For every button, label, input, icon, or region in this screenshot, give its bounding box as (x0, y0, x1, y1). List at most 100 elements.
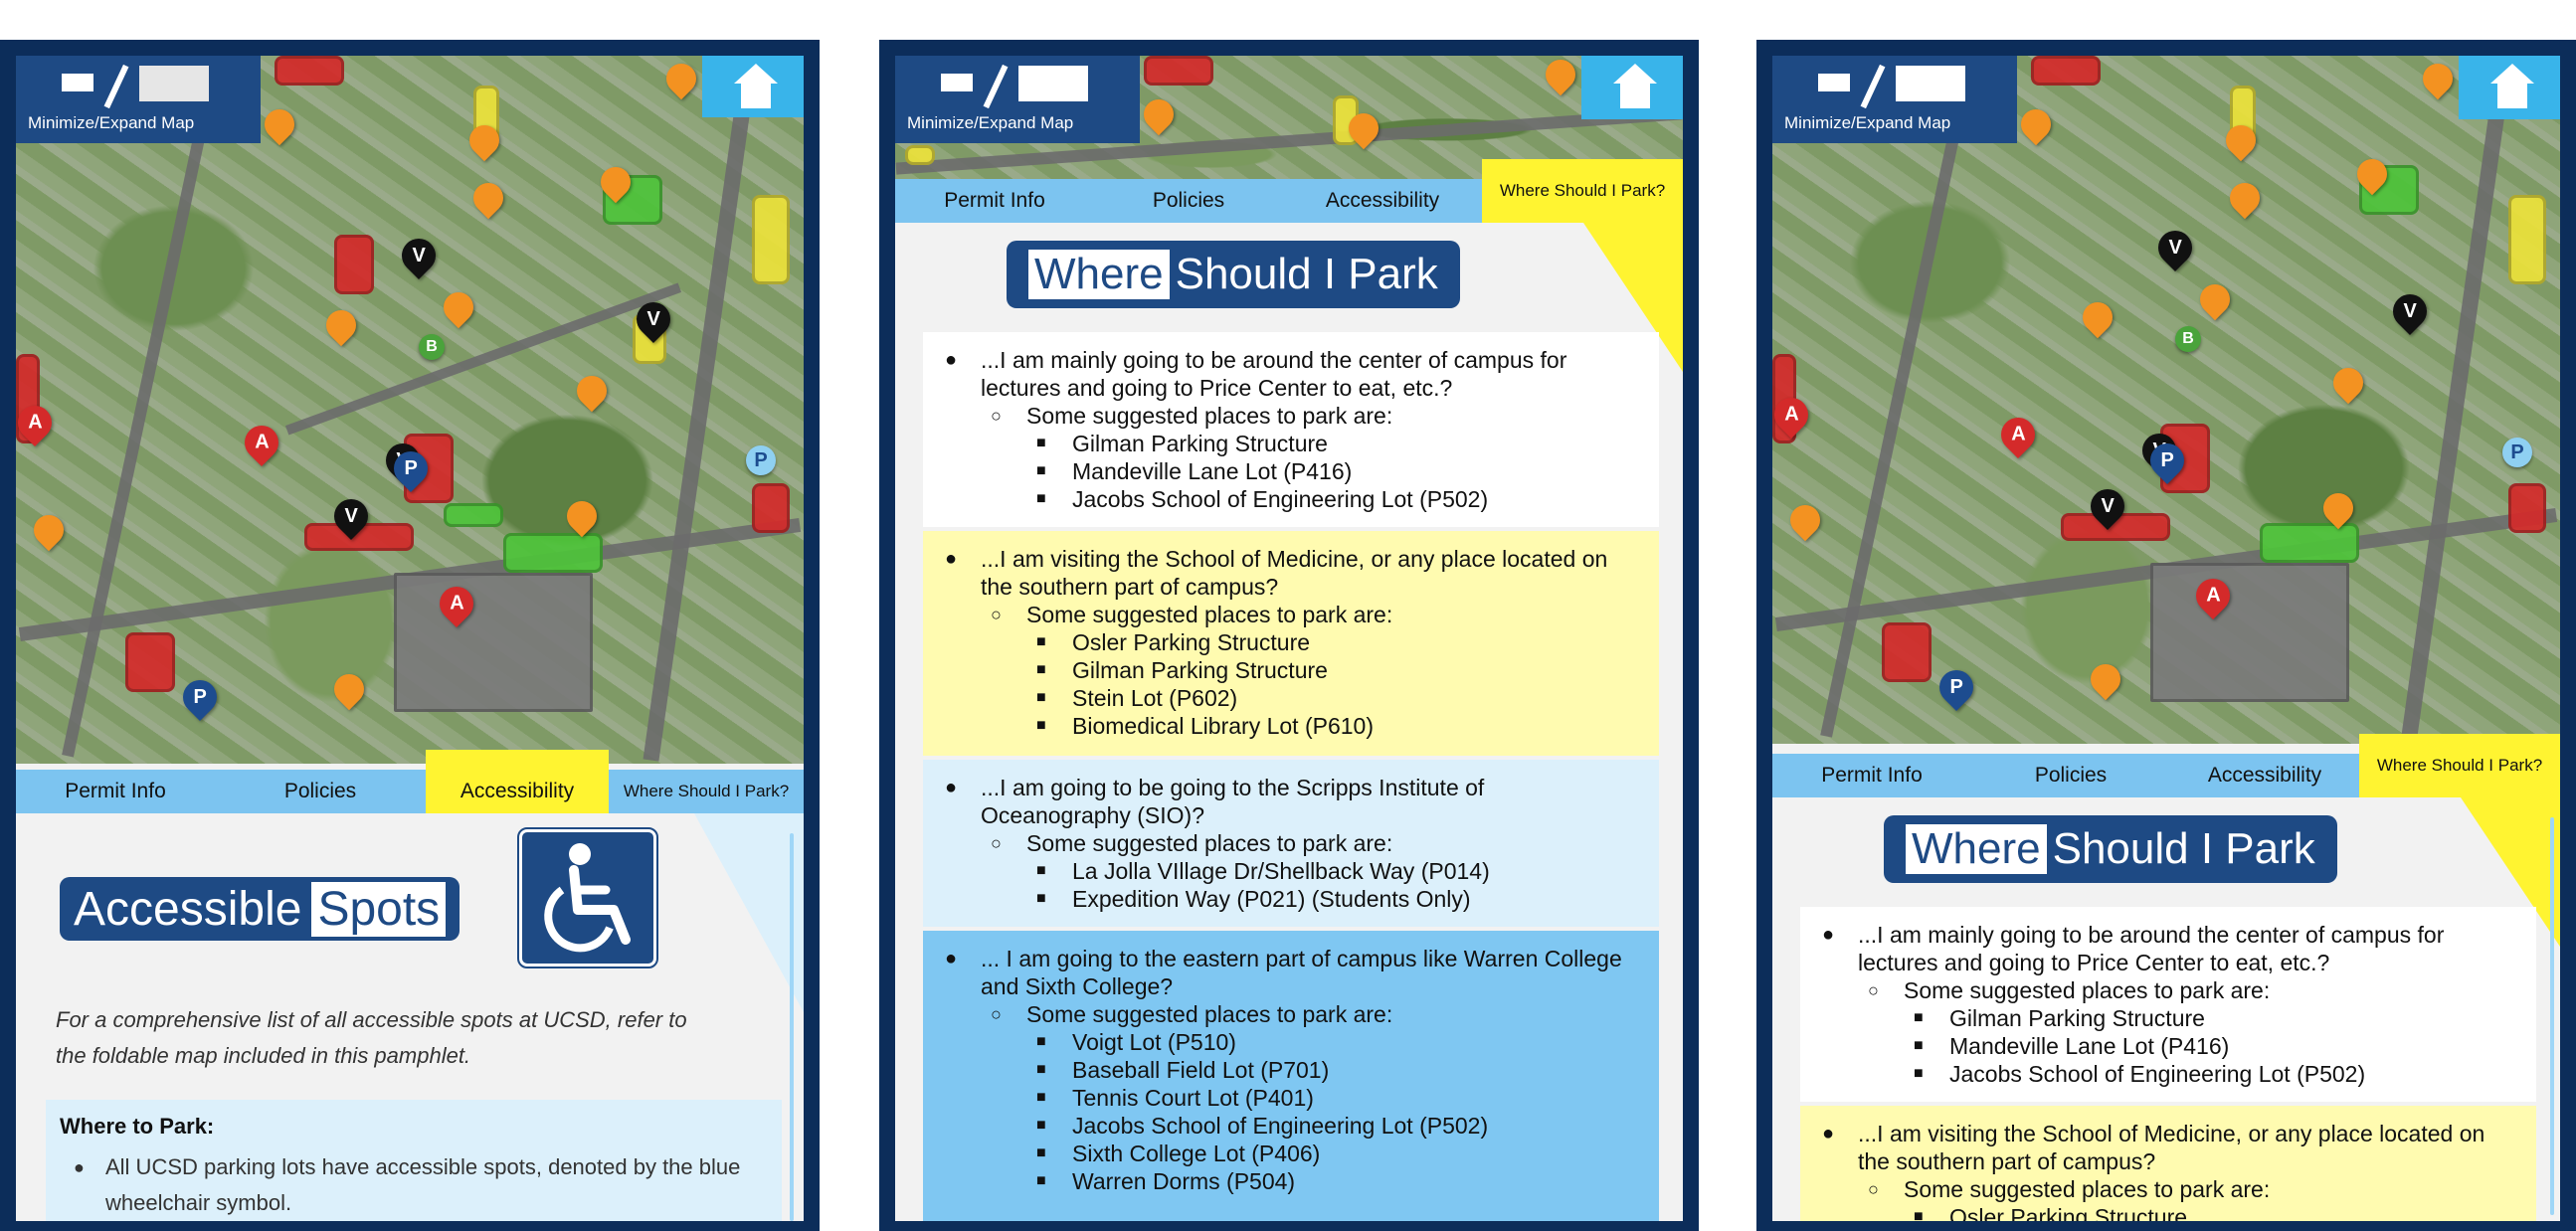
tab-accessibility[interactable]: Accessibility (426, 750, 609, 813)
minimize-expand-button[interactable]: Minimize/Expand Map (1772, 56, 2017, 143)
list-item: ■ Mandeville Lane Lot (P416) (1036, 458, 1353, 484)
map-road (284, 282, 682, 436)
motorcycle-marker-icon[interactable] (2416, 57, 2460, 100)
visitor-marker-icon[interactable]: V (394, 231, 444, 280)
scrollbar[interactable] (790, 833, 794, 1221)
motorcycle-marker-icon[interactable] (570, 369, 614, 413)
question-text: ● ...I am mainly going to be around the c… (1822, 922, 2445, 975)
map-lot (125, 632, 175, 692)
minimize-expand-label: Minimize/Expand Map (1784, 113, 1951, 132)
question-card-south: ● ...I am visiting the School of Medicin… (1800, 1106, 2536, 1221)
scrollbar[interactable] (2550, 817, 2554, 1215)
motorcycle-marker-icon[interactable] (437, 285, 480, 329)
list-item: ■ Baseball Field Lot (P701) (1036, 1057, 1330, 1083)
list-item: ■ Osler Parking Structure (1036, 629, 1311, 655)
tab-accessibility[interactable]: Accessibility (1283, 179, 1482, 223)
list-item: ● All UCSD parking lots have accessible … (60, 1149, 768, 1221)
tab-policies[interactable]: Policies (1971, 754, 2170, 797)
motorcycle-marker-icon[interactable] (2326, 361, 2370, 405)
slash-divider (1860, 64, 1886, 109)
tab-permit-info[interactable]: Permit Info (16, 770, 215, 813)
tab-permit-info[interactable]: Permit Info (895, 179, 1094, 223)
home-button[interactable] (1581, 56, 1683, 119)
suggest-label: ○ Some suggested places to park are: (991, 602, 1393, 627)
tab-where-should-i-park[interactable]: Where Should I Park? (2359, 734, 2560, 797)
home-button[interactable] (2459, 56, 2560, 119)
expand-icon (1018, 66, 1088, 101)
list-item: ■ Voigt Lot (P510) (1036, 1029, 1236, 1055)
parking-info-marker-icon[interactable]: P (2502, 438, 2532, 467)
list-item: ■ Gilman Parking Structure (1036, 657, 1328, 683)
visitor-marker-icon[interactable]: V (2385, 286, 2435, 336)
map-lot (2260, 523, 2359, 563)
motorcycle-marker-icon[interactable] (258, 102, 301, 146)
motorcycle-marker-icon[interactable] (2076, 295, 2119, 339)
motorcycle-marker-icon[interactable] (659, 57, 703, 100)
minimize-expand-label: Minimize/Expand Map (28, 113, 195, 132)
suggest-label: ○ Some suggested places to park are: (991, 403, 1393, 429)
page-title: Accessible Spots (60, 877, 460, 941)
panel-3-inner: V V V V A A A P P B P (1772, 56, 2560, 1221)
tab-policies[interactable]: Policies (1094, 179, 1283, 223)
motorcycle-marker-icon[interactable] (2223, 176, 2267, 220)
home-button[interactable] (702, 56, 804, 117)
bike-marker-icon[interactable]: B (2175, 326, 2201, 352)
tab-permit-info[interactable]: Permit Info (1772, 754, 1971, 797)
panel-accessibility: V V V V A A A P P B P (0, 40, 820, 1231)
motorcycle-marker-icon[interactable] (560, 494, 604, 538)
slash-divider (103, 64, 129, 109)
accessible-marker-icon[interactable]: A (1993, 410, 2043, 459)
where-content: Where Should I Park ● ...I am mainly goin… (895, 223, 1683, 1221)
home-icon (2490, 64, 2534, 84)
list-item: ■ Osler Parking Structure (1914, 1204, 2188, 1221)
question-card-center: ● ...I am mainly going to be around the c… (1800, 907, 2536, 1102)
motorcycle-marker-icon[interactable] (319, 303, 363, 347)
bike-marker-icon[interactable]: B (419, 334, 445, 360)
list-item: ■ Warren Dorms (P504) (1036, 1168, 1296, 1194)
minimize-expand-button[interactable]: Minimize/Expand Map (895, 56, 1140, 143)
title-word-2: Should I Park (1175, 250, 1438, 298)
motorcycle-marker-icon[interactable] (327, 667, 371, 711)
list-item: ■ Jacobs School of Engineering Lot (P502) (1036, 1113, 1489, 1139)
motorcycle-marker-icon[interactable] (2084, 657, 2127, 701)
minimize-icon (941, 74, 973, 91)
map-lot (905, 145, 935, 165)
map-lot (394, 573, 593, 712)
campus-map[interactable]: V V V V A A A P P B P (1772, 56, 2560, 744)
minimize-expand-button[interactable]: Minimize/Expand Map (16, 56, 261, 143)
map-lot (2508, 195, 2546, 284)
motorcycle-marker-icon[interactable] (2014, 102, 2058, 146)
motorcycle-marker-icon[interactable] (27, 508, 71, 552)
suggest-label: ○ Some suggested places to park are: (1868, 1176, 2271, 1202)
permit-marker-icon[interactable]: P (175, 672, 225, 722)
page-title: Where Should I Park (1884, 815, 2337, 883)
question-card-south: ● ...I am visiting the School of Medicin… (923, 531, 1659, 756)
parking-info-marker-icon[interactable]: P (746, 445, 776, 475)
motorcycle-marker-icon[interactable] (466, 176, 510, 220)
tab-where-should-i-park[interactable]: Where Should I Park? (609, 770, 804, 813)
permit-marker-icon[interactable]: P (1932, 662, 1981, 712)
question-card-sio: ● ...I am going to be going to the Scripp… (923, 760, 1659, 927)
tab-accessibility[interactable]: Accessibility (2170, 754, 2359, 797)
motorcycle-marker-icon[interactable] (2193, 277, 2237, 321)
motorcycle-marker-icon[interactable] (1539, 56, 1582, 96)
list-item: ■ Stein Lot (P602) (1036, 685, 1238, 711)
map-lot (503, 533, 603, 573)
question-text: ● ...I am going to be going to the Scripp… (945, 775, 1485, 828)
panel-where-should-i-park-expanded-map: V V V V A A A P P B P (1756, 40, 2576, 1231)
where-content: Where Should I Park ● ...I am mainly goin… (1772, 797, 2560, 1221)
campus-map[interactable]: V V V V A A A P P B P (16, 56, 804, 764)
motorcycle-marker-icon[interactable] (1137, 92, 1181, 136)
tab-policies[interactable]: Policies (215, 770, 426, 813)
list-item: ■ Jacobs School of Engineering Lot (P502) (1036, 486, 1489, 512)
map-road (643, 58, 758, 762)
visitor-marker-icon[interactable]: V (2150, 223, 2200, 272)
motorcycle-marker-icon[interactable] (1783, 498, 1827, 542)
home-icon-base (1620, 83, 1650, 108)
list-item: ■ Mandeville Lane Lot (P416) (1914, 1033, 2230, 1059)
accessible-marker-icon[interactable]: A (237, 418, 286, 467)
question-text: ● ...I am mainly going to be around the c… (945, 347, 1567, 401)
slash-divider (983, 64, 1009, 109)
suggest-label: ○ Some suggested places to park are: (1868, 977, 2271, 1003)
tab-where-should-i-park[interactable]: Where Should I Park? (1482, 159, 1683, 223)
